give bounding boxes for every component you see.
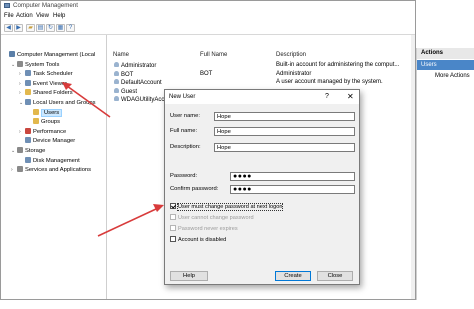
- arrow-to-users-node: [62, 82, 111, 118]
- arrow-to-checkbox: [97, 204, 164, 237]
- annotation-arrows: [62, 82, 164, 237]
